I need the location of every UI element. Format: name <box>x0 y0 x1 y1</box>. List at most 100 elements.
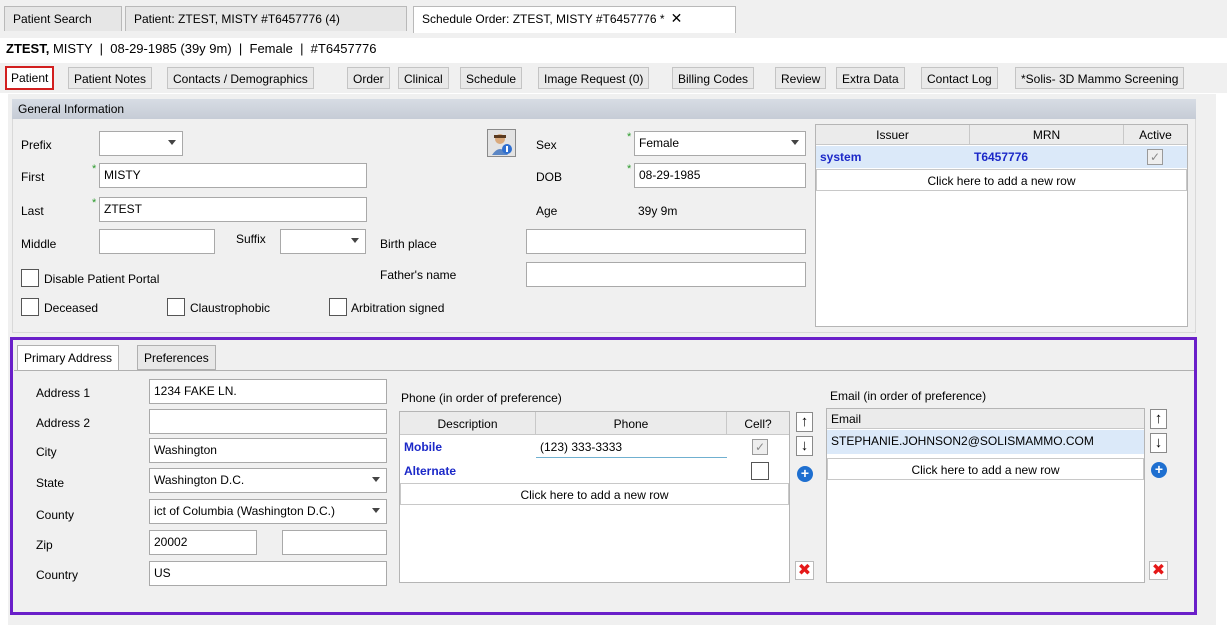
phone-number-cell: (123) 333-3333 <box>536 436 727 458</box>
last-name-value: ZTEST <box>104 202 142 216</box>
plus-icon: + <box>1154 461 1164 477</box>
tab-image-request[interactable]: Image Request (0) <box>538 67 650 89</box>
doc-tab-patient[interactable]: Patient: ZTEST, MISTY #T6457776 (4) <box>125 6 407 31</box>
sex-value: Female <box>639 136 680 150</box>
tab-contact-log[interactable]: Contact Log <box>921 67 998 89</box>
tab-label: Preferences <box>144 351 209 365</box>
phone-add-button[interactable]: + <box>797 466 813 482</box>
table-row[interactable]: Mobile (123) 333-3333 ✓ <box>400 436 789 459</box>
tab-order[interactable]: Order <box>347 67 390 89</box>
arrow-up-icon: ↑ <box>1154 410 1163 427</box>
phone-cell-checkbox[interactable]: ✓ <box>752 439 768 455</box>
state-select[interactable]: Washington D.C. <box>149 468 387 493</box>
mrn-issuer-cell: system <box>820 150 862 164</box>
tab-schedule[interactable]: Schedule <box>460 67 523 89</box>
zip-label: Zip <box>36 538 53 552</box>
mrn-add-row[interactable]: Click here to add a new row <box>816 169 1187 191</box>
tab-label: *Solis- 3D Mammo Screening <box>1021 72 1179 86</box>
fathers-name-label: Father's name <box>380 268 457 282</box>
tab-patient-notes[interactable]: Patient Notes <box>68 67 153 89</box>
deceased-checkbox[interactable] <box>21 298 39 316</box>
email-add-row[interactable]: Click here to add a new row <box>827 458 1144 480</box>
first-name-value: MISTY <box>104 168 141 182</box>
table-row[interactable]: STEPHANIE.JOHNSON2@SOLISMAMMO.COM <box>827 430 1144 454</box>
close-icon[interactable]: ✕ <box>671 10 683 26</box>
email-delete-button[interactable]: ✖ <box>1149 561 1168 580</box>
zip-field[interactable]: 20002 <box>149 530 257 555</box>
required-marker: * <box>92 197 97 209</box>
mrn-col-mrn[interactable]: MRN <box>970 125 1124 145</box>
disable-portal-checkbox[interactable] <box>21 269 39 287</box>
middle-name-field[interactable] <box>99 229 215 254</box>
tab-solis-3d-mammo[interactable]: *Solis- 3D Mammo Screening <box>1015 67 1185 89</box>
city-field[interactable]: Washington <box>149 438 387 463</box>
chevron-down-icon <box>791 140 799 145</box>
mrn-active-checkbox[interactable]: ✓ <box>1147 149 1163 165</box>
tab-patient[interactable]: Patient <box>5 66 55 90</box>
first-name-field[interactable]: MISTY <box>99 163 367 188</box>
mrn-col-issuer[interactable]: Issuer <box>816 125 970 145</box>
country-field[interactable]: US <box>149 561 387 586</box>
email-add-button[interactable]: + <box>1151 462 1167 478</box>
phone-col-cell[interactable]: Cell? <box>727 412 789 435</box>
address2-field[interactable] <box>149 409 387 434</box>
phone-move-up-button[interactable]: ↑ <box>796 412 813 432</box>
mrn-grid: Issuer MRN Active system T6457776 ✓ Clic… <box>815 124 1188 327</box>
required-marker: * <box>627 131 632 143</box>
tab-extra-data[interactable]: Extra Data <box>836 67 905 89</box>
section-title: General Information <box>18 102 125 116</box>
age-label: Age <box>536 204 558 218</box>
sex-select[interactable]: Female <box>634 131 806 156</box>
email-move-down-button[interactable]: ↓ <box>1150 433 1167 453</box>
doc-tab-label: Patient Search <box>13 12 92 26</box>
tab-label: Primary Address <box>24 351 113 365</box>
tab-review[interactable]: Review <box>775 67 827 89</box>
phone-cell-checkbox[interactable] <box>751 462 769 480</box>
required-marker: * <box>627 163 632 175</box>
chevron-down-icon <box>168 140 176 145</box>
email-col-email[interactable]: Email <box>827 409 1144 429</box>
phone-col-description[interactable]: Description <box>400 412 536 435</box>
address1-field[interactable]: 1234 FAKE LN. <box>149 379 387 404</box>
tab-billing-codes[interactable]: Billing Codes <box>672 67 755 89</box>
patient-photo-button[interactable] <box>487 129 516 157</box>
tab-label: Order <box>353 72 384 86</box>
fathers-name-field[interactable] <box>526 262 806 287</box>
phone-delete-button[interactable]: ✖ <box>795 561 814 580</box>
city-label: City <box>36 445 57 459</box>
phone-desc-cell: Mobile <box>404 440 442 454</box>
doc-tab-patient-search[interactable]: Patient Search <box>4 6 122 31</box>
phone-col-phone[interactable]: Phone <box>536 412 727 435</box>
mrn-col-active[interactable]: Active <box>1124 125 1187 145</box>
arbitration-checkbox[interactable] <box>329 298 347 316</box>
tab-contacts-demographics[interactable]: Contacts / Demographics <box>167 67 314 89</box>
table-row[interactable]: Alternate <box>400 460 789 482</box>
suffix-select[interactable] <box>280 229 366 254</box>
last-name-field[interactable]: ZTEST <box>99 197 367 222</box>
email-section-title: Email (in order of preference) <box>830 389 987 403</box>
phone-grid: Description Phone Cell? Mobile (123) 333… <box>399 411 790 583</box>
prefix-label: Prefix <box>21 138 52 152</box>
tab-label: Contacts / Demographics <box>173 72 308 86</box>
arrow-up-icon: ↑ <box>800 413 809 430</box>
phone-add-row[interactable]: Click here to add a new row <box>400 483 789 505</box>
email-move-up-button[interactable]: ↑ <box>1150 409 1167 429</box>
mrn-value-cell: T6457776 <box>974 150 1029 164</box>
table-row[interactable]: system T6457776 ✓ <box>816 146 1187 168</box>
tab-primary-address[interactable]: Primary Address <box>17 345 120 372</box>
tab-preferences[interactable]: Preferences <box>137 345 216 370</box>
phone-move-down-button[interactable]: ↓ <box>796 436 813 456</box>
dob-field[interactable]: 08-29-1985 <box>634 163 806 188</box>
tab-clinical[interactable]: Clinical <box>398 67 449 89</box>
claustrophobic-checkbox[interactable] <box>167 298 185 316</box>
birth-place-field[interactable] <box>526 229 806 254</box>
zip-extension-field[interactable] <box>282 530 387 555</box>
prefix-select[interactable] <box>99 131 183 156</box>
arrow-down-icon: ↓ <box>800 437 809 454</box>
county-select[interactable]: ict of Columbia (Washington D.C.) <box>149 499 387 524</box>
chevron-down-icon <box>372 477 380 482</box>
middle-name-label: Middle <box>21 237 57 251</box>
plus-icon: + <box>800 465 810 481</box>
phone-section-title: Phone (in order of preference) <box>401 391 562 405</box>
doc-tab-schedule-order[interactable]: Schedule Order: ZTEST, MISTY #T6457776 *… <box>413 6 736 33</box>
